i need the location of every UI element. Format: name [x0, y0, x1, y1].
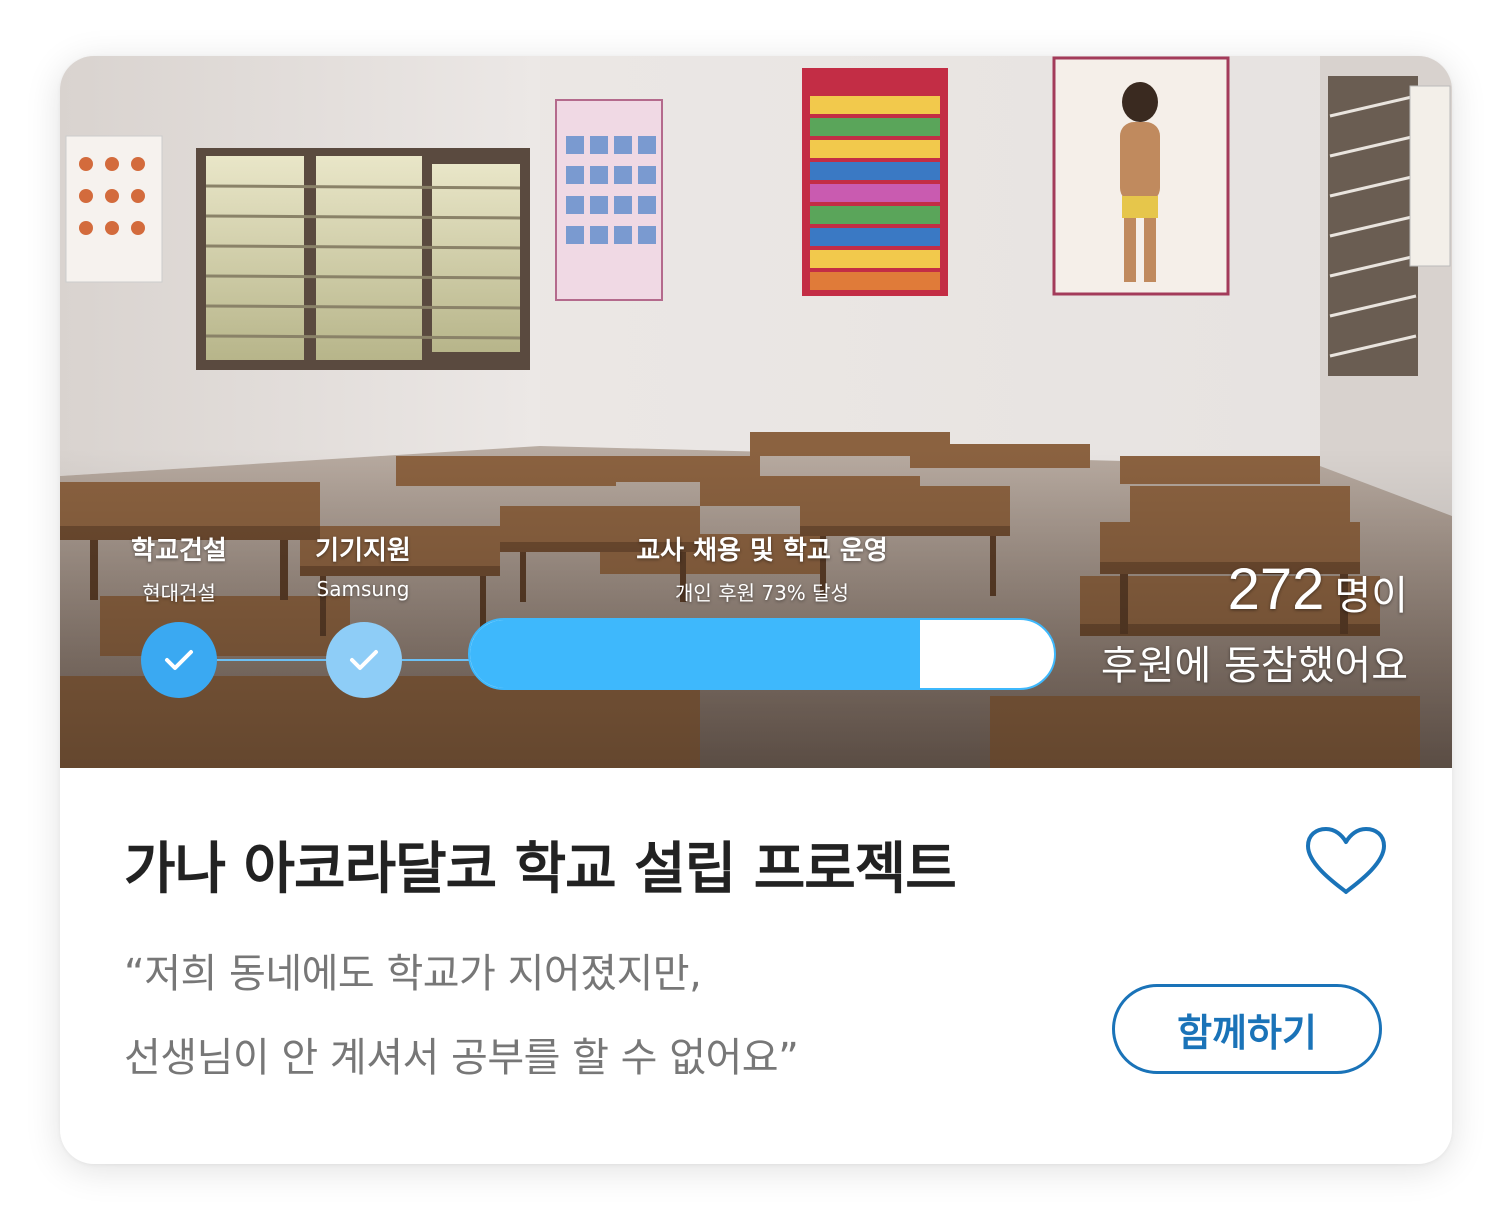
stage-sponsor: Samsung [316, 577, 410, 601]
funding-progress-bar [468, 618, 1056, 690]
check-icon [165, 650, 193, 670]
step-complete-2 [326, 622, 402, 698]
supporter-caption: 후원에 동참했어요 [1100, 643, 1408, 689]
project-hero-image: 학교건설 현대건설 기기지원 Samsung 교사 채용 및 학교 운영 개인 … [60, 56, 1452, 768]
supporter-number: 272 [1227, 557, 1325, 622]
supporter-unit: 명이 [1334, 573, 1408, 619]
stage-progress-text: 개인 후원 73% 달성 [675, 581, 849, 605]
heart-outline-icon[interactable] [1304, 826, 1388, 900]
stage-label-1: 학교건설 현대건설 [116, 530, 242, 606]
stage-label-2: 기기지원 Samsung [300, 530, 426, 601]
project-card[interactable]: 학교건설 현대건설 기기지원 Samsung 교사 채용 및 학교 운영 개인 … [60, 56, 1452, 1164]
step-connector [402, 659, 470, 661]
step-connector [217, 659, 327, 661]
check-icon [350, 650, 378, 670]
stage-label-3: 교사 채용 및 학교 운영 개인 후원 73% 달성 [612, 530, 912, 606]
stage-title: 교사 채용 및 학교 운영 [636, 536, 888, 566]
funding-progress-fill [470, 620, 920, 688]
quote-line: “저희 동네에도 학교가 지어졌지만, [124, 951, 702, 997]
step-complete-1 [141, 622, 217, 698]
supporter-count: 272 명이 후원에 동참했어요 [1101, 556, 1408, 691]
project-quote: “저희 동네에도 학교가 지어졌지만, 선생님이 안 계셔서 공부를 할 수 없… [124, 932, 799, 1100]
stage-sponsor: 현대건설 [142, 581, 216, 605]
quote-line: 선생님이 안 계셔서 공부를 할 수 없어요” [124, 1035, 799, 1081]
project-title: 가나 아코라달코 학교 설립 프로젝트 [124, 837, 957, 902]
stage-title: 학교건설 [131, 536, 227, 566]
join-button[interactable]: 함께하기 [1112, 984, 1382, 1074]
stage-title: 기기지원 [315, 536, 411, 566]
